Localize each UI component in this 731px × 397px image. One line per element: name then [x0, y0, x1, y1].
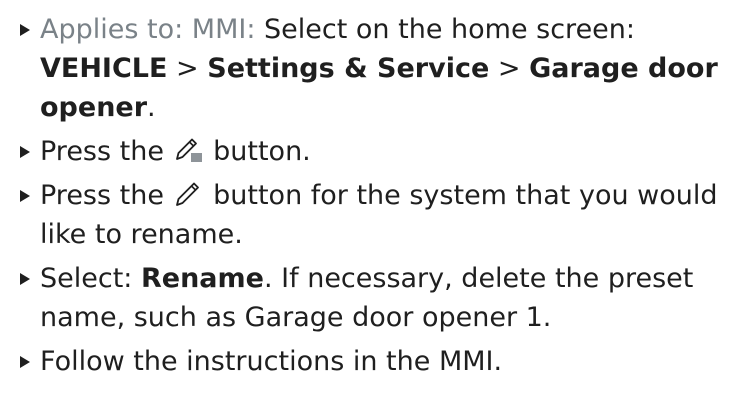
step-applies-to: Applies to: MMI: Select on the home scre… — [16, 10, 719, 127]
step-text: Press the — [40, 136, 173, 167]
menu-path-settings: Settings & Service — [207, 53, 490, 84]
bullet-triangle-icon — [20, 146, 30, 158]
step-text: Select on the home screen: — [255, 14, 635, 45]
step-text: Press the — [40, 180, 173, 211]
step-text: button. — [204, 136, 311, 167]
path-separator: > — [167, 53, 208, 84]
menu-path-vehicle: VEHICLE — [40, 53, 168, 84]
step-follow-instructions: Follow the instructions in the MMI. — [16, 342, 719, 381]
step-select-rename: Select: Rename. If necessary, delete the… — [16, 259, 719, 337]
rename-option: Rename — [140, 263, 264, 294]
bullet-triangle-icon — [20, 273, 30, 285]
sentence-end: . — [147, 92, 156, 123]
step-text: Follow the instructions in the MMI. — [40, 346, 503, 377]
instruction-list: Applies to: MMI: Select on the home scre… — [0, 0, 731, 397]
step-press-edit: Press the button. — [16, 132, 719, 171]
applies-to-label: Applies to: MMI: — [40, 14, 256, 45]
path-separator: > — [489, 53, 530, 84]
pencil-icon — [173, 180, 205, 208]
bullet-triangle-icon — [20, 24, 30, 36]
step-press-pencil: Press the button for the system that you… — [16, 176, 719, 254]
step-text: Select: — [40, 263, 141, 294]
edit-list-icon — [173, 136, 205, 164]
bullet-triangle-icon — [20, 356, 30, 368]
bullet-triangle-icon — [20, 190, 30, 202]
